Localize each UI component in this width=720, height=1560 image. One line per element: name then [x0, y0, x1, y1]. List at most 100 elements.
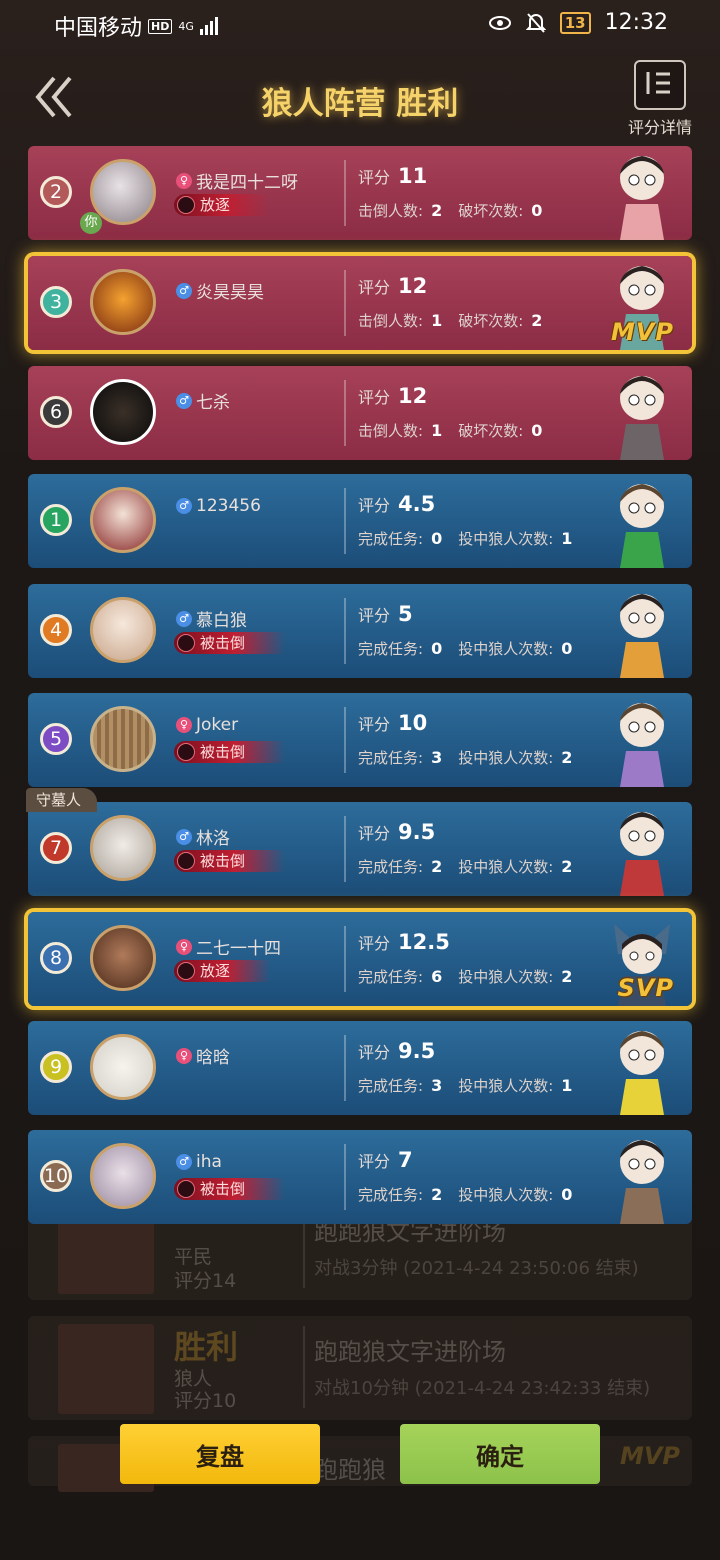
- male-icon: ♂: [176, 498, 192, 514]
- stat1-value: 1: [431, 421, 443, 440]
- player-card[interactable]: 9 ♀ 晗晗 评分 9.5 完成任务: 3 投中狼人次数: 1: [28, 1021, 692, 1115]
- player-name: 林洛: [196, 829, 230, 849]
- bg-title: 跑跑狼: [314, 1456, 386, 1484]
- divider: [344, 160, 346, 226]
- score-value: 9.5: [398, 1039, 436, 1063]
- stat1-value: 6: [431, 967, 443, 986]
- player-name: 晗晗: [196, 1048, 230, 1068]
- stat2-label: 投中狼人次数:: [458, 858, 554, 876]
- avatar[interactable]: [90, 1143, 156, 1209]
- stats-row: 完成任务: 6 投中狼人次数: 2: [358, 966, 588, 987]
- stats-row: 完成任务: 2 投中狼人次数: 2: [358, 856, 588, 877]
- stat1-value: 2: [431, 1185, 443, 1204]
- player-card[interactable]: 5 ♀ Joker 被击倒 评分 10 完成任务: 3 投中狼人次数: 2: [28, 693, 692, 787]
- divider: [344, 270, 346, 336]
- replay-button[interactable]: 复盘: [120, 1424, 320, 1484]
- bg-score: 评分14: [174, 1270, 237, 1292]
- score-row: 评分 10: [358, 711, 427, 735]
- status-tag: 被击倒: [174, 741, 286, 763]
- seat-number: 10: [40, 1160, 72, 1192]
- stat2-value: 2: [561, 857, 573, 876]
- page-title: 狼人阵营 胜利: [261, 86, 459, 122]
- player-name-row: ♀ 二七一十四: [176, 934, 281, 959]
- player-name-row: ♂ 123456: [176, 496, 261, 516]
- player-name-row: ♀ 晗晗: [176, 1043, 230, 1068]
- character-icon: [620, 703, 664, 787]
- avatar[interactable]: [90, 925, 156, 991]
- carrier-label: 中国移动: [54, 16, 143, 41]
- player-card[interactable]: 3 ♂ 炎昊昊昊 评分 12 击倒人数: 1 破坏次数: 2 MVP: [28, 256, 692, 350]
- divider: [344, 488, 346, 554]
- female-icon: ♀: [176, 172, 192, 189]
- avatar[interactable]: [90, 379, 156, 445]
- score-row: 评分 7: [358, 1148, 413, 1172]
- player-card[interactable]: 守墓人 7 ♂ 林洛 被击倒 评分 9.5 完成任务: 2 投中狼人次数: 2: [26, 788, 692, 896]
- avatar[interactable]: [90, 706, 156, 772]
- signal-icon: [199, 17, 218, 35]
- avatar[interactable]: [90, 487, 156, 553]
- player-name: 123456: [196, 496, 261, 516]
- player-name-row: ♀ Joker: [176, 715, 238, 735]
- bg-title: 跑跑狼文字进阶场: [314, 1338, 506, 1366]
- stat2-value: 0: [561, 1185, 573, 1204]
- bg-mvp-badge: MVP: [619, 1442, 680, 1470]
- player-card[interactable]: 10 ♂ iha 被击倒 评分 7 完成任务: 2 投中狼人次数: 0: [28, 1130, 692, 1224]
- avatar[interactable]: [90, 1034, 156, 1100]
- stat1-label: 完成任务:: [358, 968, 424, 986]
- seat-number: 2: [40, 176, 72, 208]
- stats-row: 完成任务: 3 投中狼人次数: 1: [358, 1075, 588, 1096]
- stat2-label: 投中狼人次数:: [458, 1077, 554, 1095]
- stat2-label: 投中狼人次数:: [458, 640, 554, 658]
- avatar[interactable]: [90, 159, 156, 225]
- hd-icon: HD: [148, 18, 173, 34]
- confirm-button[interactable]: 确定: [400, 1424, 600, 1484]
- divider: [344, 926, 346, 992]
- female-icon: ♀: [176, 1047, 192, 1064]
- player-card[interactable]: 8 ♀ 二七一十四 放逐 评分 12.5 完成任务: 6 投中狼人次数: 2 SVP: [28, 912, 692, 1006]
- score-label: 评分: [358, 934, 391, 953]
- avatar[interactable]: [90, 815, 156, 881]
- character-icon: [620, 1031, 664, 1115]
- stat1-label: 完成任务:: [358, 749, 424, 767]
- status-right: 13 12:32: [488, 10, 668, 35]
- stat1-value: 2: [431, 201, 443, 220]
- player-name: Joker: [196, 715, 239, 735]
- eye-icon: [488, 15, 511, 30]
- seat-number: 6: [40, 396, 72, 428]
- mvp-badge: MVP: [610, 318, 674, 346]
- score-value: 4.5: [398, 492, 436, 516]
- score-detail-button[interactable]: 评分详情: [624, 60, 696, 137]
- avatar[interactable]: [90, 597, 156, 663]
- player-name-row: ♂ 七杀: [176, 388, 230, 413]
- character-icon: [620, 156, 664, 240]
- list-detail-icon: [634, 60, 686, 110]
- score-value: 12.5: [398, 930, 450, 954]
- player-name-row: ♂ iha: [176, 1152, 222, 1172]
- avatar[interactable]: [90, 269, 156, 335]
- male-icon: ♂: [176, 392, 192, 409]
- stat2-label: 投中狼人次数:: [458, 530, 554, 548]
- player-card[interactable]: 4 ♂ 慕白狼 被击倒 评分 5 完成任务: 0 投中狼人次数: 0: [28, 584, 692, 678]
- player-name: 炎昊昊昊: [196, 283, 264, 303]
- female-icon: ♀: [176, 717, 192, 733]
- score-label: 评分: [358, 496, 391, 515]
- role-ribbon: 守墓人: [26, 788, 98, 812]
- stat1-label: 完成任务:: [358, 530, 424, 548]
- stat2-label: 破坏次数:: [458, 422, 524, 440]
- player-card[interactable]: 1 ♂ 123456 评分 4.5 完成任务: 0 投中狼人次数: 1: [28, 474, 692, 568]
- character-icon: [620, 812, 664, 896]
- seat-number: 3: [40, 286, 72, 318]
- score-label: 评分: [358, 278, 391, 297]
- score-label: 评分: [358, 606, 391, 625]
- score-label: 评分: [358, 824, 391, 843]
- score-value: 12: [398, 384, 428, 408]
- status-tag: 被击倒: [174, 1178, 286, 1200]
- player-card[interactable]: 2 你 ♀ 我是四十二呀 放逐 评分 11 击倒人数: 2 破坏次数: 0: [28, 146, 692, 240]
- clock: 12:32: [604, 10, 668, 35]
- character-icon: [620, 594, 664, 678]
- stat2-value: 2: [561, 748, 573, 767]
- stat2-value: 0: [531, 201, 543, 220]
- seat-number: 5: [40, 723, 72, 755]
- player-card[interactable]: 6 ♂ 七杀 评分 12 击倒人数: 1 破坏次数: 0: [28, 366, 692, 460]
- stat1-label: 完成任务:: [358, 640, 424, 658]
